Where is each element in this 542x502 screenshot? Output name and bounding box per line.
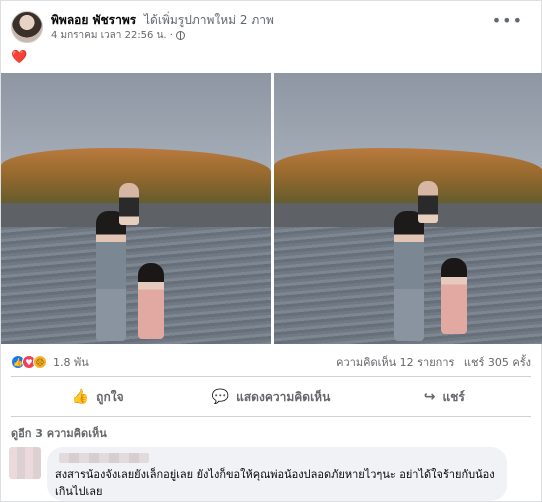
view-more-comments-link[interactable]: ดูอีก 3 ความคิดเห็น	[11, 424, 107, 442]
comment-text: สงสารน้องจังเลยยังเล็กอยู่เลย ยังไงก็ขอใ…	[55, 468, 495, 498]
reaction-icons[interactable]: 👍 ♥ ☹	[11, 355, 47, 369]
share-arrow-icon: ↪	[423, 389, 436, 405]
post-stats: 👍 ♥ ☹ 1.8 พัน ความคิดเห็น 12 รายการ แชร์…	[11, 351, 531, 373]
photo-water	[1, 227, 271, 344]
globe-icon[interactable]	[175, 31, 185, 40]
share-label: แชร์	[442, 389, 465, 404]
photo-2[interactable]	[273, 73, 542, 344]
divider	[11, 416, 531, 417]
share-count[interactable]: แชร์ 305 ครั้ง	[464, 356, 531, 369]
more-options-icon[interactable]: •••	[492, 11, 523, 30]
photo-baby	[417, 181, 438, 223]
speech-bubble-icon: 💬	[211, 389, 230, 405]
photo-grid	[1, 73, 542, 344]
commenter-avatar[interactable]	[9, 447, 41, 479]
photo-girl	[440, 258, 467, 334]
reaction-count[interactable]: 1.8 พัน	[53, 353, 89, 371]
post-action-text: ได้เพิ่มรูปภาพใหม่ 2 ภาพ	[144, 13, 274, 27]
commenter-name-redacted[interactable]	[59, 453, 149, 463]
photo-1[interactable]	[1, 73, 271, 344]
like-button[interactable]: 👍 ถูกใจ	[11, 382, 184, 412]
photo-girl	[138, 263, 164, 339]
author-avatar[interactable]	[11, 11, 43, 43]
post-meta: 4 มกราคม เวลา 22:56 น. ·	[51, 28, 185, 43]
author-name[interactable]: พิพลอย พัชราพร	[51, 13, 136, 27]
comment-count[interactable]: ความคิดเห็น 12 รายการ	[336, 356, 454, 369]
divider	[11, 376, 531, 377]
comment-label: แสดงความคิดเห็น	[236, 389, 331, 404]
comment-button[interactable]: 💬 แสดงความคิดเห็น	[184, 382, 357, 412]
share-button[interactable]: ↪ แชร์	[358, 382, 531, 412]
comment-bubble: สงสารน้องจังเลยยังเล็กอยู่เลย ยังไงก็ขอใ…	[47, 447, 507, 501]
post-card: พิพลอย พัชราพร ได้เพิ่มรูปภาพใหม่ 2 ภาพ …	[0, 0, 542, 502]
post-timestamp[interactable]: 4 มกราคม เวลา 22:56 น. ·	[51, 28, 173, 43]
caption-heart-emoji: ❤️	[11, 50, 28, 65]
photo-baby	[119, 183, 139, 225]
like-label: ถูกใจ	[96, 389, 124, 404]
photo-woman	[393, 211, 424, 341]
photo-hillside	[273, 148, 542, 208]
thumbs-up-icon: 👍	[71, 389, 90, 405]
engagement-counts: ความคิดเห็น 12 รายการ แชร์ 305 ครั้ง	[330, 353, 531, 371]
sad-icon: ☹	[33, 355, 47, 369]
action-bar: 👍 ถูกใจ 💬 แสดงความคิดเห็น ↪ แชร์	[11, 382, 531, 412]
photo-woman	[96, 211, 126, 341]
